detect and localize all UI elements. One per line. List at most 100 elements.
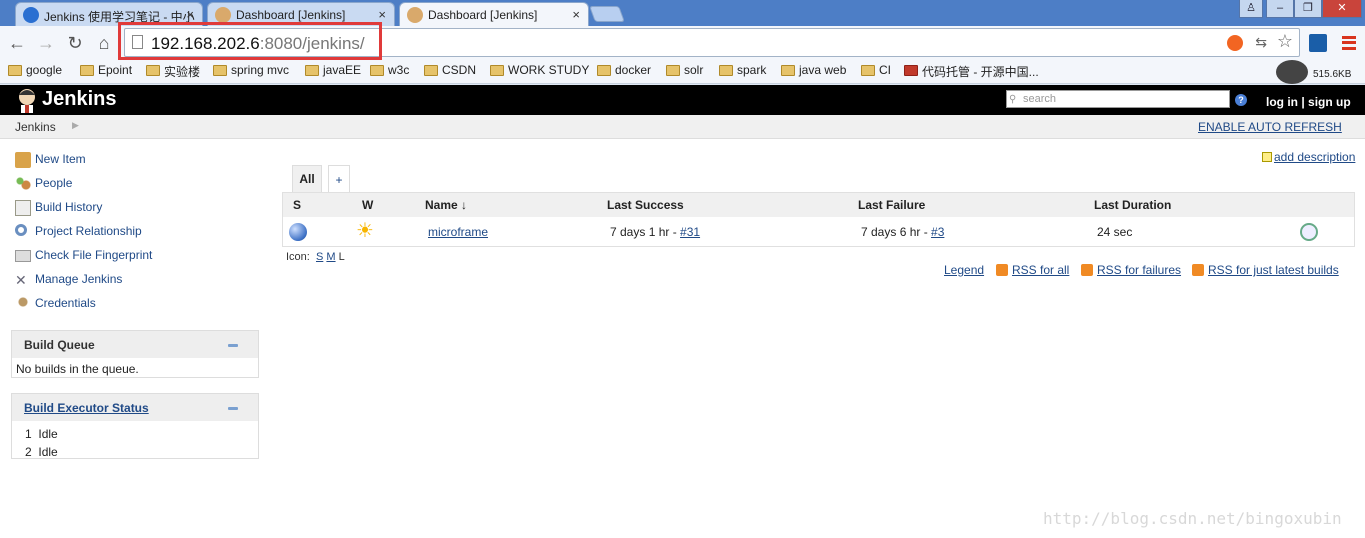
icon-size-label: Icon: bbox=[286, 251, 310, 263]
bookmark-shiyanlou[interactable]: 实验楼 bbox=[146, 63, 200, 81]
build-now-icon[interactable] bbox=[1300, 223, 1318, 241]
rss-icon bbox=[996, 264, 1008, 276]
task-check-file-fingerprint[interactable]: Check File Fingerprint bbox=[15, 248, 152, 266]
close-icon[interactable]: × bbox=[186, 7, 194, 22]
column-last-success[interactable]: Last Success bbox=[607, 198, 684, 212]
icon-size-m[interactable]: M bbox=[326, 251, 335, 263]
extension-app-icon[interactable] bbox=[1309, 34, 1327, 52]
task-manage-jenkins[interactable]: ✕ Manage Jenkins bbox=[15, 272, 122, 290]
avatar[interactable] bbox=[1276, 60, 1308, 84]
bookmark-spark[interactable]: spark bbox=[719, 63, 766, 81]
rss-failures-link[interactable]: RSS for failures bbox=[1081, 263, 1181, 277]
bookmark-solr[interactable]: solr bbox=[666, 63, 703, 81]
close-icon[interactable]: × bbox=[572, 7, 580, 22]
task-credentials[interactable]: Credentials bbox=[15, 296, 96, 314]
folder-icon bbox=[305, 65, 319, 76]
build-executor-link[interactable]: Build Executor Status bbox=[24, 401, 149, 415]
bookmark-csdn[interactable]: CSDN bbox=[424, 63, 476, 81]
bookmark-ci[interactable]: CI bbox=[861, 63, 891, 81]
last-failure: 7 days 6 hr - #3 bbox=[861, 225, 945, 239]
last-success-build-link[interactable]: #31 bbox=[680, 225, 700, 239]
net-speed: 515.6KB bbox=[1313, 69, 1352, 80]
folder-icon bbox=[80, 65, 94, 76]
legend-link[interactable]: Legend bbox=[944, 263, 984, 277]
window-close-button[interactable]: ✕ bbox=[1322, 0, 1362, 18]
task-people[interactable]: People bbox=[15, 176, 72, 194]
bookmark-google[interactable]: google bbox=[8, 63, 62, 81]
close-icon[interactable]: × bbox=[378, 7, 386, 22]
login-link[interactable]: log in bbox=[1266, 95, 1298, 109]
collapse-icon[interactable] bbox=[228, 407, 238, 410]
back-icon[interactable]: ← bbox=[6, 32, 28, 54]
bookmark-java-web[interactable]: java web bbox=[781, 63, 846, 81]
column-last-failure[interactable]: Last Failure bbox=[858, 198, 925, 212]
folder-icon bbox=[370, 65, 384, 76]
minimize-button[interactable]: – bbox=[1266, 0, 1294, 18]
help-icon[interactable]: ? bbox=[1235, 94, 1247, 106]
folder-icon bbox=[490, 65, 504, 76]
home-icon[interactable]: ⌂ bbox=[93, 32, 115, 54]
column-name[interactable]: Name ↓ bbox=[425, 198, 467, 212]
jenkins-logo-icon[interactable] bbox=[15, 87, 39, 113]
search-icon: ⚲ bbox=[1009, 94, 1017, 105]
translate-icon[interactable]: ⇆ bbox=[1255, 34, 1267, 51]
enable-auto-refresh-link[interactable]: ENABLE AUTO REFRESH bbox=[1198, 120, 1342, 134]
bookmark-javaee[interactable]: javaEE bbox=[305, 63, 361, 81]
build-executor-title: Build Executor Status bbox=[12, 394, 258, 421]
jenkins-favicon-icon bbox=[215, 7, 231, 23]
task-new-item[interactable]: New Item bbox=[15, 152, 86, 170]
globe-icon bbox=[23, 7, 39, 23]
column-weather[interactable]: W bbox=[362, 198, 373, 212]
task-project-relationship[interactable]: Project Relationship bbox=[15, 224, 142, 242]
bookmark-w3c[interactable]: w3c bbox=[370, 63, 409, 81]
task-build-history[interactable]: Build History bbox=[15, 200, 102, 218]
bookmark-spring-mvc[interactable]: spring mvc bbox=[213, 63, 289, 81]
wrench-icon: ✕ bbox=[15, 272, 27, 288]
new-tab-button[interactable] bbox=[589, 6, 625, 22]
menu-icon[interactable] bbox=[1342, 36, 1356, 50]
build-queue-title: Build Queue bbox=[12, 331, 258, 358]
url-highlight-box bbox=[118, 22, 382, 60]
column-status[interactable]: S bbox=[293, 198, 301, 212]
breadcrumb-jenkins[interactable]: Jenkins bbox=[15, 120, 56, 134]
tab-add-view[interactable]: + bbox=[328, 165, 350, 192]
chevron-right-icon[interactable]: ▶ bbox=[72, 120, 79, 131]
forward-icon[interactable]: → bbox=[35, 32, 57, 54]
add-description-link[interactable]: add description bbox=[1262, 150, 1355, 164]
last-duration: 24 sec bbox=[1097, 225, 1133, 239]
star-icon[interactable]: ☆ bbox=[1277, 31, 1293, 52]
folder-icon bbox=[666, 65, 680, 76]
icon-size-s[interactable]: S bbox=[316, 251, 323, 263]
bookmark-docker[interactable]: docker bbox=[597, 63, 651, 81]
weather-sunny-icon[interactable]: ☀ bbox=[356, 221, 374, 241]
jenkins-header: Jenkins search ⚲ ? log in | sign up bbox=[0, 85, 1365, 115]
build-queue-panel: Build Queue No builds in the queue. bbox=[11, 330, 259, 378]
bookmark-work-study[interactable]: WORK STUDY bbox=[490, 63, 589, 81]
bookmark-epoint[interactable]: Epoint bbox=[80, 63, 132, 81]
collapse-icon[interactable] bbox=[228, 344, 238, 347]
signup-link[interactable]: sign up bbox=[1308, 95, 1351, 109]
job-name-link[interactable]: microframe bbox=[428, 225, 488, 239]
tab-label: Dashboard [Jenkins] bbox=[236, 8, 346, 22]
jenkins-title[interactable]: Jenkins bbox=[42, 88, 116, 111]
status-blue-ball-icon[interactable] bbox=[289, 223, 307, 241]
rss-latest-builds-link[interactable]: RSS for just latest builds bbox=[1192, 263, 1339, 277]
browser-tab-3[interactable]: Dashboard [Jenkins] × bbox=[399, 2, 589, 26]
bookmark-oschina[interactable]: 代码托管 - 开源中国... bbox=[904, 63, 1039, 81]
column-last-duration[interactable]: Last Duration bbox=[1094, 198, 1171, 212]
search-input[interactable]: search bbox=[1006, 90, 1230, 108]
notepad-icon bbox=[15, 200, 31, 216]
user-icon[interactable]: ♙ bbox=[1239, 0, 1263, 18]
people-icon bbox=[15, 176, 31, 192]
extension-icon[interactable] bbox=[1227, 35, 1243, 51]
rss-all-link[interactable]: RSS for all bbox=[996, 263, 1069, 277]
folder-icon bbox=[781, 65, 795, 76]
watermark: http://blog.csdn.net/bingoxubin bbox=[1043, 509, 1342, 528]
bookmarks-bar: google Epoint 实验楼 spring mvc javaEE w3c … bbox=[0, 60, 1365, 84]
maximize-button[interactable]: ❐ bbox=[1294, 0, 1322, 18]
breadcrumb: Jenkins ▶ ENABLE AUTO REFRESH bbox=[0, 115, 1365, 139]
tab-all[interactable]: All bbox=[292, 165, 322, 192]
last-failure-build-link[interactable]: #3 bbox=[931, 225, 944, 239]
executor-list: 1 Idle 2 Idle bbox=[12, 421, 258, 461]
reload-icon[interactable]: ↻ bbox=[64, 32, 86, 54]
